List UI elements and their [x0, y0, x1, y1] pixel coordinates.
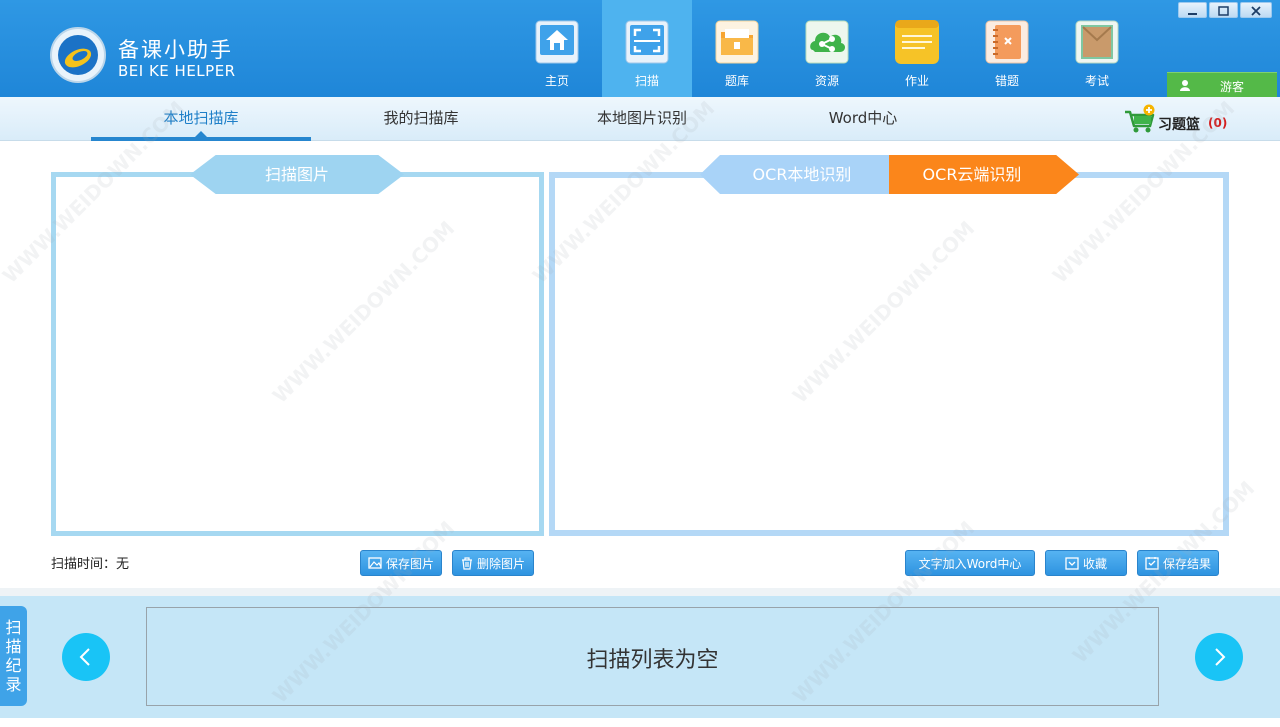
previous-button[interactable] [62, 633, 110, 681]
checkbox-save-icon [1145, 557, 1159, 570]
tab-ocr-local[interactable]: OCR本地识别 [712, 155, 892, 194]
minimize-button[interactable] [1178, 2, 1207, 18]
tab-ocr-cloud[interactable]: OCR云端识别 [889, 155, 1055, 194]
close-icon [1251, 6, 1261, 16]
record-tab-char: 录 [5, 675, 22, 694]
scan-icon [625, 20, 669, 64]
nav-wrong-questions-label: 错题 [994, 74, 1019, 88]
chevron-right-icon [1215, 648, 1226, 666]
basket-label: 习题篮 [1158, 117, 1200, 133]
folder-icon [715, 20, 759, 64]
scan-image-title: 扫描图片 [264, 165, 329, 184]
add-to-word-center-button[interactable]: 文字加入Word中心 [905, 550, 1035, 576]
nav-resources-label: 资源 [814, 74, 839, 88]
nav-scan-label: 扫描 [634, 74, 659, 88]
nav-wrong-questions[interactable]: 错题 [962, 0, 1052, 97]
save-image-label: 保存图片 [385, 556, 434, 571]
active-tab-caret [195, 131, 207, 137]
maximize-icon [1218, 6, 1229, 16]
nav-homework[interactable]: 作业 [872, 0, 962, 97]
tab-word-center[interactable]: Word中心 [753, 97, 973, 141]
scan-record-tab[interactable]: 扫 描 纪 录 [0, 606, 27, 706]
nav-question-bank-label: 题库 [724, 74, 749, 88]
scan-image-panel [51, 172, 544, 536]
maximize-button[interactable] [1209, 2, 1238, 18]
minimize-icon [1188, 13, 1197, 15]
next-button[interactable] [1195, 633, 1243, 681]
save-image-button[interactable]: 保存图片 [360, 550, 442, 576]
collect-button[interactable]: 收藏 [1045, 550, 1127, 576]
save-result-label: 保存结果 [1162, 556, 1211, 571]
top-header: 备课小助手 BEI KE HELPER 主页 扫描 题库 资源 作业 错题 考试… [0, 0, 1280, 97]
nav-homework-label: 作业 [904, 74, 929, 88]
window-controls [1178, 2, 1272, 18]
tab-my-scan-library[interactable]: 我的扫描库 [311, 97, 531, 141]
cart-icon [1125, 104, 1155, 133]
home-icon [535, 20, 579, 64]
close-button[interactable] [1240, 2, 1272, 18]
delete-image-label: 删除图片 [476, 556, 525, 571]
tab-local-image-recognition[interactable]: 本地图片识别 [532, 97, 752, 141]
image-icon [368, 557, 382, 569]
guest-label: 游客 [1219, 80, 1244, 94]
guest-user-button[interactable]: 游客 [1167, 72, 1277, 97]
share-icon [805, 20, 849, 64]
nav-home-label: 主页 [544, 74, 569, 88]
bottom-margin [0, 718, 1280, 727]
scan-time-label: 扫描时间：无 [51, 557, 130, 572]
record-tab-char: 描 [5, 637, 22, 656]
bookmark-icon [1065, 556, 1079, 570]
nav-scan[interactable]: 扫描 [602, 0, 692, 97]
divider [0, 588, 1280, 596]
main-nav: 主页 扫描 题库 资源 作业 错题 考试 [512, 0, 1142, 97]
nav-exam-label: 考试 [1084, 74, 1109, 88]
save-result-button[interactable]: 保存结果 [1137, 550, 1219, 576]
record-tab-char: 扫 [5, 618, 22, 637]
exercise-basket-button[interactable]: 习题篮 (0) [1124, 104, 1254, 134]
record-tab-char: 纪 [5, 656, 22, 675]
sub-tab-bar: 本地扫描库 我的扫描库 本地图片识别 Word中心 [0, 97, 1280, 141]
scan-list-empty-text: 扫描列表为空 [586, 648, 719, 673]
nav-home[interactable]: 主页 [512, 0, 602, 97]
ocr-result-panel [549, 172, 1229, 536]
app-logo-icon [50, 27, 106, 83]
nav-question-bank[interactable]: 题库 [692, 0, 782, 97]
active-tab-indicator [91, 137, 311, 141]
app-title: 备课小助手 [118, 38, 233, 62]
add-to-word-center-label: 文字加入Word中心 [918, 556, 1022, 571]
envelope-icon [1075, 20, 1119, 64]
trash-icon [461, 556, 472, 570]
app-subtitle: BEI KE HELPER [118, 62, 236, 80]
chevron-left-icon [79, 648, 90, 666]
scan-list: 扫描列表为空 [146, 607, 1159, 706]
notebook-icon [985, 20, 1029, 64]
nav-exam[interactable]: 考试 [1052, 0, 1142, 97]
collect-label: 收藏 [1082, 556, 1107, 571]
notepad-icon [895, 20, 939, 64]
nav-resources[interactable]: 资源 [782, 0, 872, 97]
delete-image-button[interactable]: 删除图片 [452, 550, 534, 576]
basket-count: (0) [1208, 116, 1228, 130]
